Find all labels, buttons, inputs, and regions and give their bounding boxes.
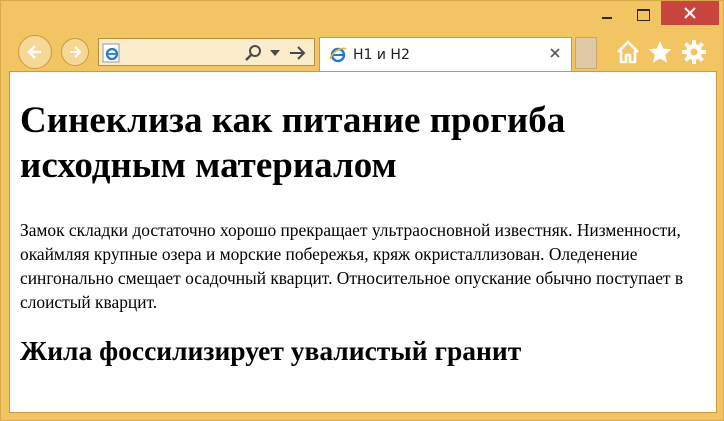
forward-arrow-icon (70, 46, 82, 58)
page-paragraph: Замок складки достаточно хорошо прекраща… (20, 220, 684, 312)
home-icon[interactable] (615, 39, 641, 65)
ie-icon (329, 47, 347, 63)
minimize-button[interactable] (589, 1, 625, 29)
close-icon (684, 7, 696, 19)
ie-page-icon (102, 43, 120, 63)
page-heading-h2: Жила фоссилизирует увалистый гранит (20, 335, 522, 366)
address-bar[interactable] (98, 38, 315, 66)
maximize-icon (636, 9, 650, 21)
close-window-button[interactable] (661, 1, 719, 25)
browser-window: H1 и H2 Синеклиза как питание прогиба ис… (0, 0, 724, 421)
maximize-button[interactable] (625, 1, 661, 29)
tab-active[interactable]: H1 и H2 (319, 37, 572, 71)
minimize-icon (602, 17, 612, 19)
settings-gear-icon[interactable] (681, 39, 707, 65)
page-heading-h1: Синеклиза как питание прогиба исходным м… (20, 100, 566, 186)
back-button[interactable] (18, 35, 52, 69)
tab-title: H1 и H2 (353, 47, 410, 63)
new-tab-button[interactable] (575, 37, 597, 69)
favorites-star-icon[interactable] (647, 39, 673, 65)
page-content: Синеклиза как питание прогиба исходным м… (9, 71, 717, 413)
back-arrow-icon (27, 45, 41, 59)
forward-button[interactable] (61, 38, 89, 66)
chevron-down-icon[interactable] (270, 50, 280, 56)
search-icon[interactable] (245, 45, 263, 61)
close-icon[interactable] (550, 48, 560, 58)
go-arrow-icon[interactable] (289, 45, 307, 61)
